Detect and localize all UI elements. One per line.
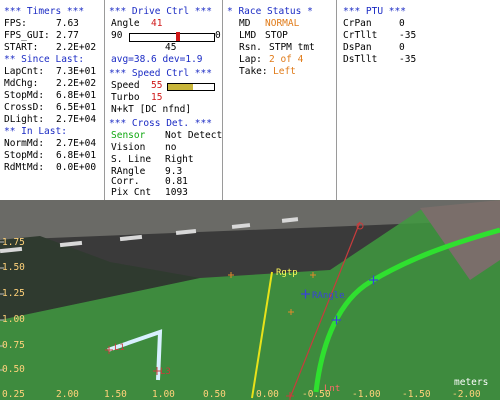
dstilt-label: DsTllt bbox=[343, 54, 378, 65]
dlight-value: 2.7E+04 bbox=[56, 114, 97, 125]
y-tick-label: 0.25 bbox=[2, 389, 25, 400]
drive-panel: *** Drive Ctrl *** Angle 41 90 0 45 avg=… bbox=[105, 0, 228, 200]
speed-value: 55 bbox=[151, 80, 163, 91]
fps-gui-label: FPS_GUI: bbox=[4, 30, 50, 41]
x-tick-label: 2.00 bbox=[56, 389, 79, 400]
pixcnt-value: 1093 bbox=[165, 187, 188, 198]
mdchg-value: 2.2E+02 bbox=[56, 78, 97, 89]
speed-header: *** Speed Ctrl *** bbox=[109, 68, 212, 79]
x-tick-label: -1.50 bbox=[402, 389, 431, 400]
rdmtmd-value: 0.0E+00 bbox=[56, 162, 97, 173]
sline-label: S. Line bbox=[111, 154, 152, 165]
in-last-header: ** In Last: bbox=[4, 126, 67, 137]
speed-bar-fill bbox=[168, 84, 194, 90]
camera-overlay bbox=[0, 200, 500, 400]
camera-view: Rgtp RAngle L1 L3 Lnt 1.75 1.50 1.25 1.0… bbox=[0, 200, 500, 400]
mdchg-label: MdChg: bbox=[4, 78, 39, 89]
speed-bar bbox=[167, 83, 215, 91]
x-tick-label: -2.00 bbox=[452, 389, 481, 400]
dspan-value: 0 bbox=[399, 42, 405, 53]
rdmtmd-label: RdMtMd: bbox=[4, 162, 45, 173]
y-tick-label: 1.50 bbox=[2, 262, 25, 273]
stopmd2-value: 6.8E+01 bbox=[56, 150, 97, 161]
crpan-value: 0 bbox=[399, 18, 405, 29]
ptu-header: *** PTU *** bbox=[343, 6, 406, 17]
sensor-label: Sensor bbox=[111, 130, 146, 141]
stopmd2-label: StopMd: bbox=[4, 150, 45, 161]
vision-value: no bbox=[165, 142, 177, 153]
x-tick-label: 1.00 bbox=[152, 389, 175, 400]
vision-label: Vision bbox=[111, 142, 146, 153]
l3-label: L3 bbox=[160, 367, 171, 377]
l1-label: L1 bbox=[114, 343, 125, 353]
lapcnt-value: 7.3E+01 bbox=[56, 66, 97, 77]
nkt-status: N+kT [DC nfnd] bbox=[111, 104, 192, 115]
x-tick-label: -1.00 bbox=[352, 389, 381, 400]
sensor-value: Not Detect. bbox=[165, 130, 228, 141]
dspan-label: DsPan bbox=[343, 42, 372, 53]
lap-label: Lap: bbox=[239, 54, 262, 65]
angle-gauge-max: 0 bbox=[215, 30, 221, 41]
y-tick-label: 0.75 bbox=[2, 340, 25, 351]
take-value: Left bbox=[273, 66, 296, 77]
units-label: meters bbox=[454, 377, 489, 388]
dlight-label: DLight: bbox=[4, 114, 45, 125]
since-last-header: ** Since Last: bbox=[4, 54, 85, 65]
angle-gauge-marker bbox=[176, 32, 180, 41]
x-tick-label: 1.50 bbox=[104, 389, 127, 400]
angle-value: 41 bbox=[151, 18, 163, 29]
fps-gui-value: 2.77 bbox=[56, 30, 79, 41]
normmd-value: 2.7E+04 bbox=[56, 138, 97, 149]
take-label: Take: bbox=[239, 66, 268, 77]
y-tick-label: 1.75 bbox=[2, 237, 25, 248]
normmd-label: NormMd: bbox=[4, 138, 45, 149]
y-tick-label: 1.00 bbox=[2, 314, 25, 325]
angle-gauge-min: 90 bbox=[111, 30, 123, 41]
crtilt-value: -35 bbox=[399, 30, 417, 41]
crpan-label: CrPan bbox=[343, 18, 372, 29]
stopmd-label: StopMd: bbox=[4, 90, 45, 101]
turbo-value: 15 bbox=[151, 92, 163, 103]
speed-label: Speed bbox=[111, 80, 140, 91]
fps-label: FPS: bbox=[4, 18, 27, 29]
start-value: 2.2E+02 bbox=[56, 42, 97, 53]
ptu-panel: *** PTU *** CrPan 0 CrTllt -35 DsPan 0 D… bbox=[337, 0, 500, 200]
y-tick-label: 1.25 bbox=[2, 288, 25, 299]
stopmd-value: 6.8E+01 bbox=[56, 90, 97, 101]
lap-value: 2 of 4 bbox=[269, 54, 304, 65]
rsn-label: Rsn. bbox=[239, 42, 262, 53]
drive-header: *** Drive Ctrl *** bbox=[109, 6, 212, 17]
turbo-label: Turbo bbox=[111, 92, 140, 103]
md-value: NORMAL bbox=[265, 18, 300, 29]
timers-header: *** Timers *** bbox=[4, 6, 85, 17]
sline-value: Right bbox=[165, 154, 194, 165]
crtilt-label: CrTllt bbox=[343, 30, 378, 41]
angle-gauge bbox=[129, 32, 215, 42]
timers-panel: *** Timers *** FPS: 7.63 FPS_GUI: 2.77 S… bbox=[0, 0, 104, 200]
crossd-label: CrossD: bbox=[4, 102, 45, 113]
fps-value: 7.63 bbox=[56, 18, 79, 29]
start-label: START: bbox=[4, 42, 39, 53]
race-panel: * Race Status * MD NORMAL LMD STOP Rsn. … bbox=[223, 0, 336, 200]
angle-center-value: 45 bbox=[165, 42, 177, 53]
lmd-value: STOP bbox=[265, 30, 288, 41]
angle-label: Angle bbox=[111, 18, 140, 29]
dstilt-value: -35 bbox=[399, 54, 417, 65]
x-tick-label: 0.00 bbox=[256, 389, 279, 400]
pixcnt-label: Pix Cnt bbox=[111, 187, 152, 198]
cross-header: *** Cross Det. *** bbox=[109, 118, 212, 129]
lapcnt-label: LapCnt: bbox=[4, 66, 45, 77]
crossd-value: 6.5E+01 bbox=[56, 102, 97, 113]
lmd-label: LMD bbox=[239, 30, 257, 41]
rangle-overlay-label: RAngle bbox=[312, 291, 345, 301]
md-label: MD bbox=[239, 18, 251, 29]
avg-dev-readout: avg=38.6 dev=1.9 bbox=[111, 54, 203, 65]
rgtp-label: Rgtp bbox=[276, 268, 298, 278]
x-tick-label: -0.50 bbox=[302, 389, 331, 400]
rsn-value: STPM tmt bbox=[269, 42, 315, 53]
race-header: * Race Status * bbox=[227, 6, 313, 17]
x-tick-label: 0.50 bbox=[203, 389, 226, 400]
y-tick-label: 0.50 bbox=[2, 364, 25, 375]
